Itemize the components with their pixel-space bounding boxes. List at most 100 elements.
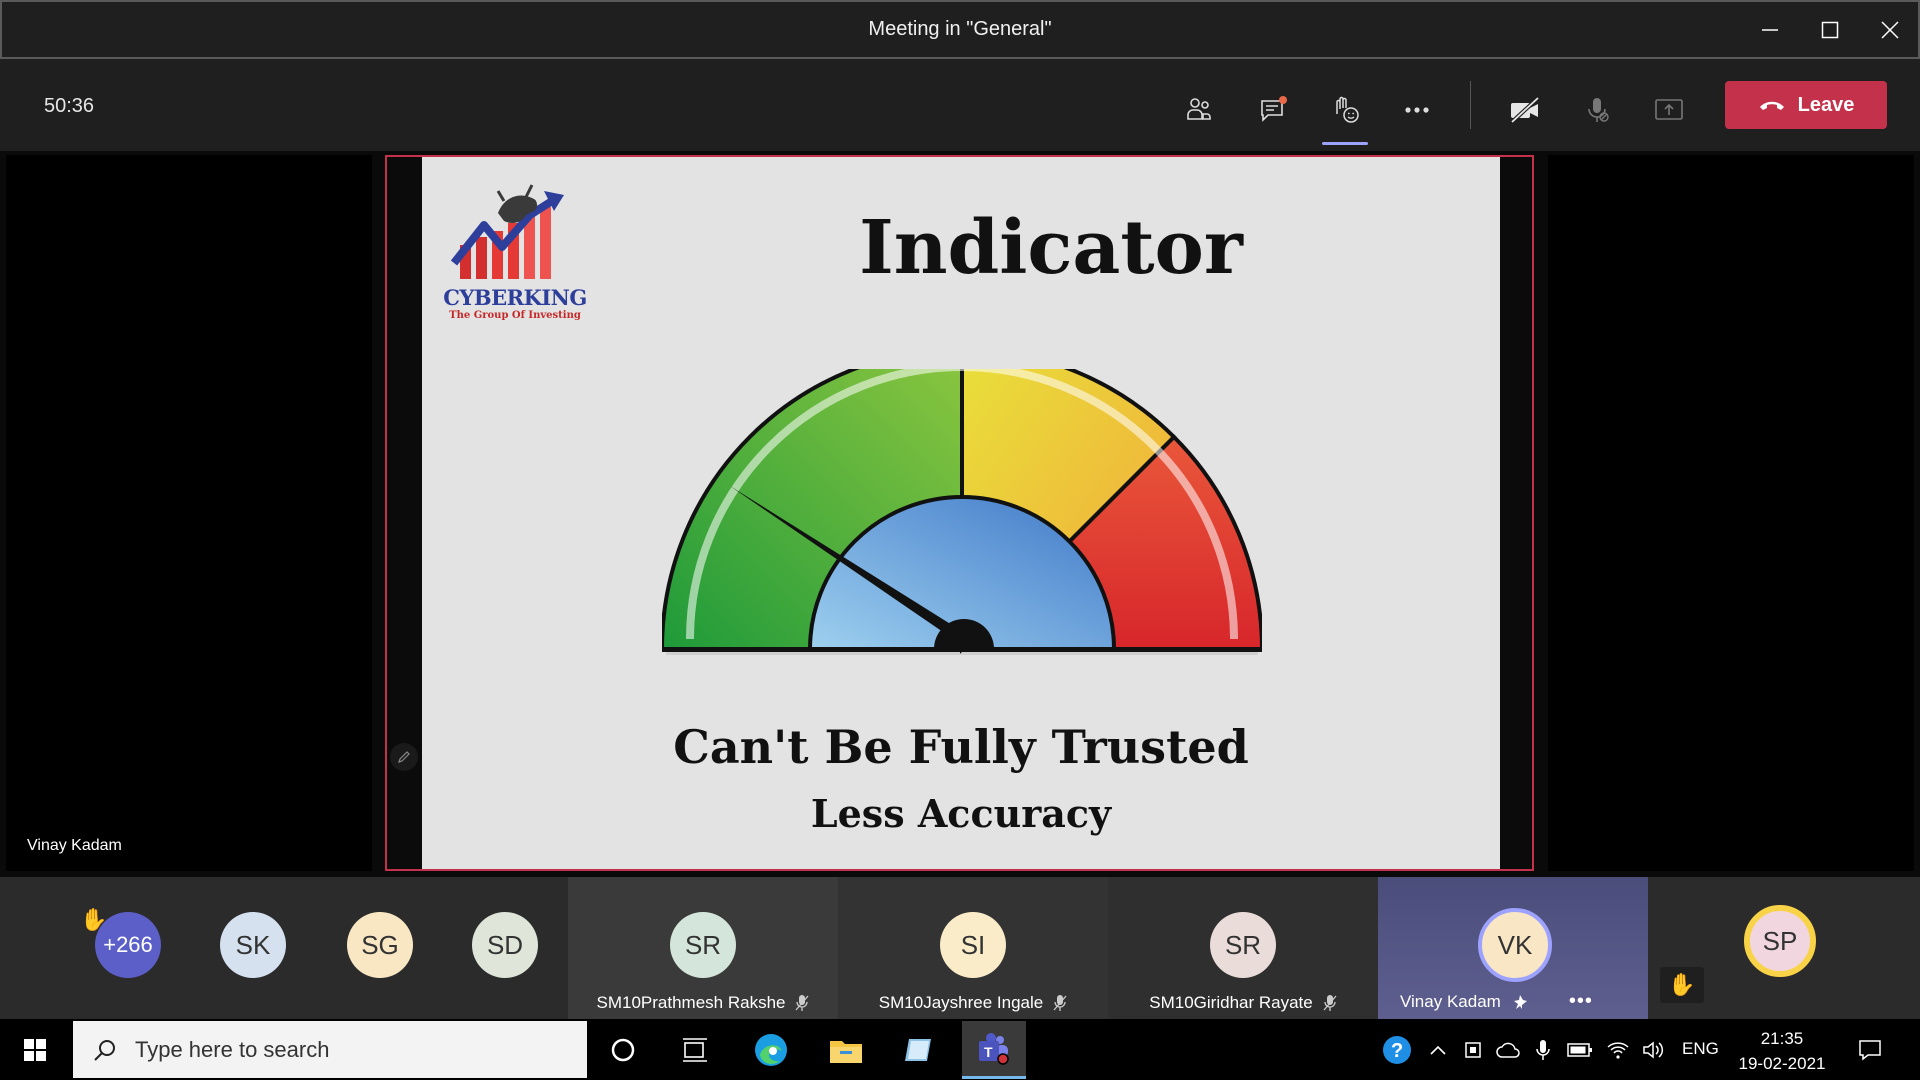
edge-browser-button[interactable] (748, 1027, 794, 1073)
windows-logo-icon (24, 1039, 46, 1061)
more-actions-button[interactable] (1394, 87, 1440, 133)
teams-taskbar-button[interactable]: T (962, 1021, 1026, 1079)
wifi-icon (1607, 1042, 1629, 1059)
chat-icon (1261, 96, 1287, 122)
meeting-stage: Vinay Kadam CYBERKING The Group Of Inves… (0, 151, 1920, 877)
pencil-icon (398, 751, 410, 763)
presentation-slide: CYBERKING The Group Of Investing Indicat… (422, 157, 1500, 869)
camera-toggle-button[interactable] (1502, 87, 1548, 133)
input-language-indicator[interactable]: ENG (1682, 1039, 1719, 1059)
active-indicator (1322, 142, 1368, 145)
participants-strip: +266 ✋ SK SG SD SR SM10Prathmesh Rakshe … (0, 877, 1920, 1019)
avatar-initials: SG (361, 929, 399, 960)
avatar-initials: SP (1762, 925, 1798, 956)
participant-name: SM10Jayshree Ingale (838, 993, 1108, 1013)
participant-video-left[interactable]: Vinay Kadam (6, 155, 372, 871)
participant-avatar[interactable]: SG (347, 912, 413, 978)
leave-label: Leave (1797, 93, 1855, 116)
share-screen-button[interactable] (1646, 87, 1692, 133)
raised-hand-icon: ✋ (80, 907, 108, 932)
avatar-initials: VK (1497, 929, 1533, 960)
cloud-icon (1496, 1042, 1520, 1058)
pin-icon (1513, 994, 1527, 1009)
participant-avatar: SR (670, 912, 736, 978)
annotate-button[interactable] (390, 743, 418, 771)
slide-title: Indicator (859, 205, 1243, 291)
folder-icon (830, 1041, 862, 1063)
maximize-icon (1821, 21, 1839, 39)
participant-avatar[interactable]: SK (220, 912, 286, 978)
svg-text:T: T (984, 1044, 993, 1060)
logo-tagline: The Group Of Investing (449, 310, 581, 321)
hang-up-icon (1759, 101, 1784, 110)
taskbar-clock[interactable]: 21:35 19-02-2021 (1728, 1026, 1836, 1076)
slide-caption: Can't Be Fully Trusted (673, 720, 1249, 774)
avatar-initials: SI (960, 929, 986, 960)
camera-off-icon (1510, 96, 1540, 124)
participant-name: SM10Prathmesh Rakshe (568, 993, 838, 1013)
participant-video-right[interactable] (1548, 155, 1914, 871)
svg-text:?: ? (1391, 1040, 1403, 1062)
participant-name-text: SM10Giridhar Rayate (1149, 993, 1313, 1012)
participant-tile[interactable]: SI SM10Jayshree Ingale (838, 877, 1108, 1019)
notepad-app-icon (905, 1039, 931, 1061)
participant-avatar: SI (940, 912, 1006, 978)
file-explorer-button[interactable] (823, 1027, 869, 1073)
raise-hand-emoji-icon (1336, 96, 1359, 123)
search-placeholder: Type here to search (135, 1036, 330, 1062)
tile-more-options-icon[interactable]: ••• (1569, 990, 1593, 1013)
participant-tile[interactable]: SR SM10Prathmesh Rakshe (568, 877, 838, 1019)
cortana-button[interactable] (600, 1027, 646, 1073)
chevron-up-icon (1430, 1045, 1446, 1055)
task-view-button[interactable] (672, 1027, 718, 1073)
meeting-toolbar: 50:36 Leave (0, 59, 1920, 151)
speedometer-gauge (662, 369, 1262, 655)
participants-button[interactable] (1176, 87, 1222, 133)
close-icon (1881, 21, 1899, 39)
compact-participants-group: +266 ✋ SK SG SD (0, 877, 568, 1019)
participant-avatar-speaking: VK (1478, 908, 1552, 982)
share-screen-icon (1655, 99, 1683, 120)
participant-tile[interactable]: SR SM10Giridhar Rayate (1108, 877, 1378, 1019)
raised-hand-icon: ✋ (1660, 967, 1704, 1003)
close-button[interactable] (1860, 2, 1920, 58)
avatar-initials: SD (486, 929, 524, 960)
mic-off-icon (1323, 995, 1337, 1011)
cortana-icon (611, 1038, 635, 1062)
participant-name: SM10Giridhar Rayate (1108, 993, 1378, 1013)
windows-taskbar: Type here to search T ? ENG 21:35 19-02-… (0, 1019, 1920, 1080)
action-center-button[interactable] (1847, 1027, 1893, 1073)
minimize-button[interactable] (1740, 2, 1800, 58)
speaker-icon (1643, 1041, 1664, 1059)
toolbar-divider (1470, 81, 1471, 129)
minimize-icon (1762, 29, 1778, 31)
chat-button[interactable] (1250, 87, 1296, 133)
participant-name-text: SM10Prathmesh Rakshe (596, 993, 786, 1012)
participant-avatar[interactable]: SD (472, 912, 538, 978)
mic-off-icon (795, 995, 809, 1011)
leave-button[interactable]: Leave (1725, 81, 1887, 129)
avatar-initials: SR (684, 929, 722, 960)
mic-off-icon (1588, 98, 1609, 122)
clock-time: 21:35 (1760, 1029, 1804, 1048)
participant-tile-self[interactable]: VK Vinay Kadam ••• (1378, 877, 1648, 1019)
participant-avatar: SR (1210, 912, 1276, 978)
app-button[interactable] (897, 1027, 943, 1073)
volume-button[interactable] (1630, 1027, 1676, 1073)
start-button[interactable] (12, 1027, 58, 1073)
teams-icon: T (979, 1033, 1009, 1065)
avatar-initials: SR (1224, 929, 1262, 960)
more-icon (1405, 107, 1429, 113)
people-icon (1187, 98, 1211, 120)
participant-avatar-hand-raised: SP (1744, 905, 1816, 977)
help-button[interactable]: ? (1374, 1027, 1420, 1073)
search-icon (94, 1039, 115, 1061)
mic-toggle-button[interactable] (1574, 87, 1620, 133)
microphone-icon (1536, 1040, 1550, 1060)
taskbar-search-box[interactable]: Type here to search (73, 1021, 587, 1078)
screen-share-frame[interactable]: CYBERKING The Group Of Investing Indicat… (385, 155, 1534, 871)
mic-off-icon (1053, 995, 1067, 1011)
participant-tile[interactable]: SP ✋ (1648, 877, 1920, 1019)
reactions-button[interactable] (1322, 87, 1368, 145)
maximize-button[interactable] (1800, 2, 1860, 58)
